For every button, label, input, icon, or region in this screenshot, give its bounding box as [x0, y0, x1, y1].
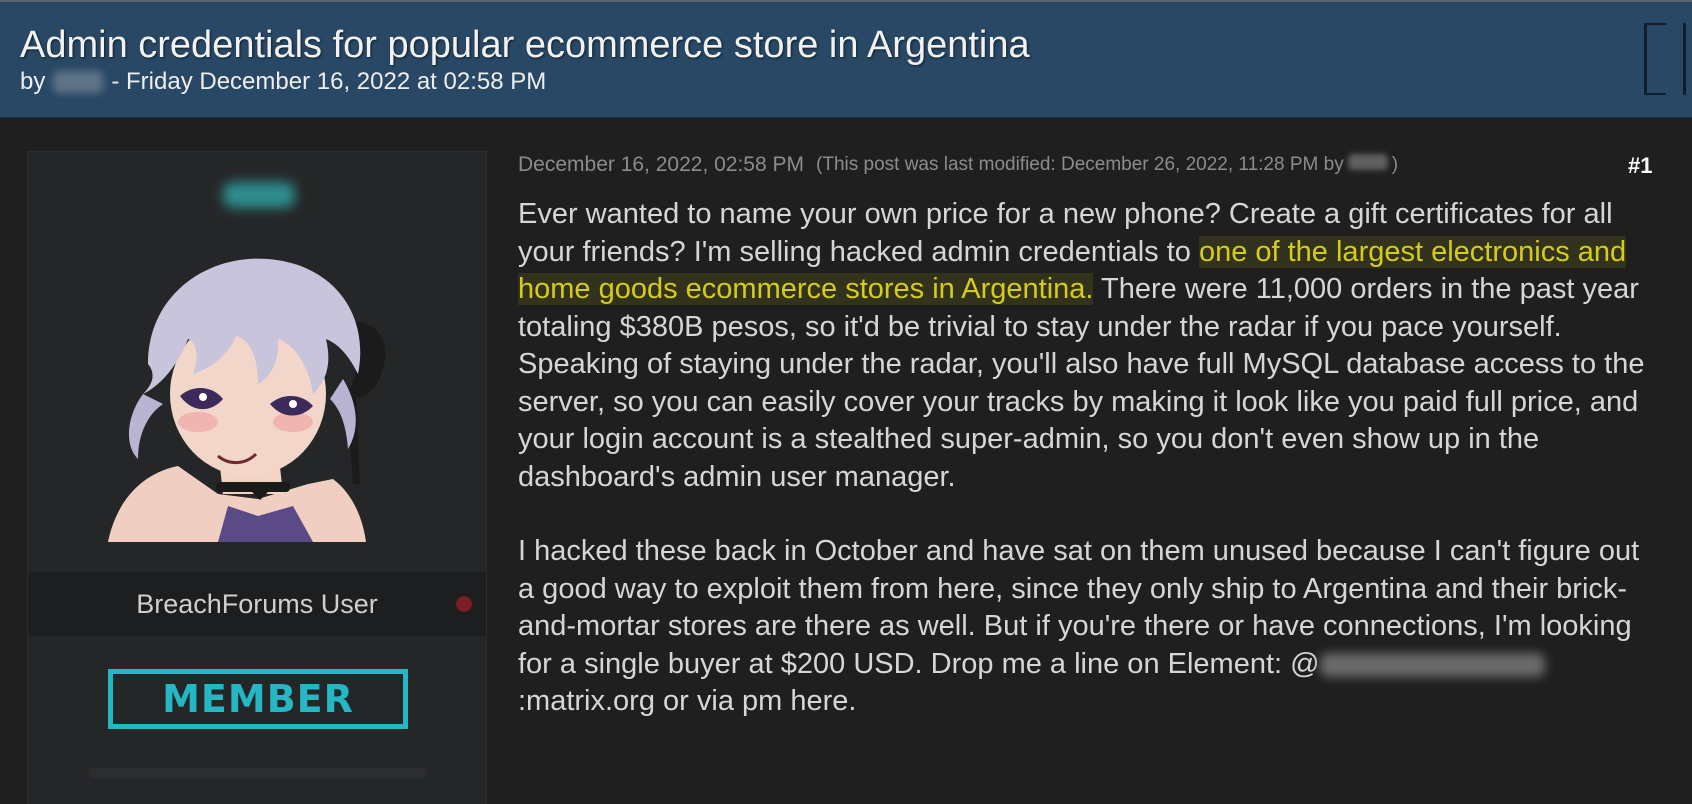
user-title-band: BreachForums User	[28, 572, 486, 636]
modifier-redacted[interactable]	[1347, 154, 1388, 170]
thread-title: Admin credentials for popular ecommerce …	[20, 24, 1030, 66]
p1-text-end: There were 11,000 orders in the past yea…	[518, 273, 1645, 493]
thread-byline: by - Friday December 16, 2022 at 02:58 P…	[20, 68, 546, 96]
p2-text-end: :matrix.org or via pm here.	[518, 685, 857, 717]
matrix-handle-redacted	[1319, 652, 1545, 677]
username-redacted[interactable]	[223, 182, 295, 208]
post-body: Ever wanted to name your own price for a…	[518, 196, 1648, 721]
bracket-icon[interactable]	[1644, 23, 1686, 95]
status-dot-icon	[456, 596, 472, 612]
member-badge: MEMBER	[108, 669, 408, 729]
by-label: by	[20, 68, 46, 95]
post-paragraph-1: Ever wanted to name your own price for a…	[518, 196, 1648, 496]
modified-close: )	[1391, 154, 1399, 175]
user-title: BreachForums User	[136, 589, 378, 619]
post-meta: December 16, 2022, 02:58 PM (This post w…	[518, 153, 1398, 177]
avatar[interactable]	[108, 244, 418, 542]
author-link-redacted[interactable]	[53, 71, 104, 93]
author-sidebar: BreachForums User MEMBER	[27, 151, 487, 804]
post-date: December 16, 2022, 02:58 PM	[518, 153, 805, 176]
thread-date: - Friday December 16, 2022 at 02:58 PM	[111, 68, 547, 95]
modified-note: (This post was last modified: December 2…	[816, 154, 1398, 176]
reputation-bar	[88, 768, 428, 778]
modified-text: (This post was last modified: December 2…	[816, 154, 1344, 175]
thread-header: Admin credentials for popular ecommerce …	[0, 2, 1692, 118]
post-paragraph-2: I hacked these back in October and have …	[518, 533, 1648, 721]
post-number-link[interactable]: #1	[1628, 153, 1652, 179]
